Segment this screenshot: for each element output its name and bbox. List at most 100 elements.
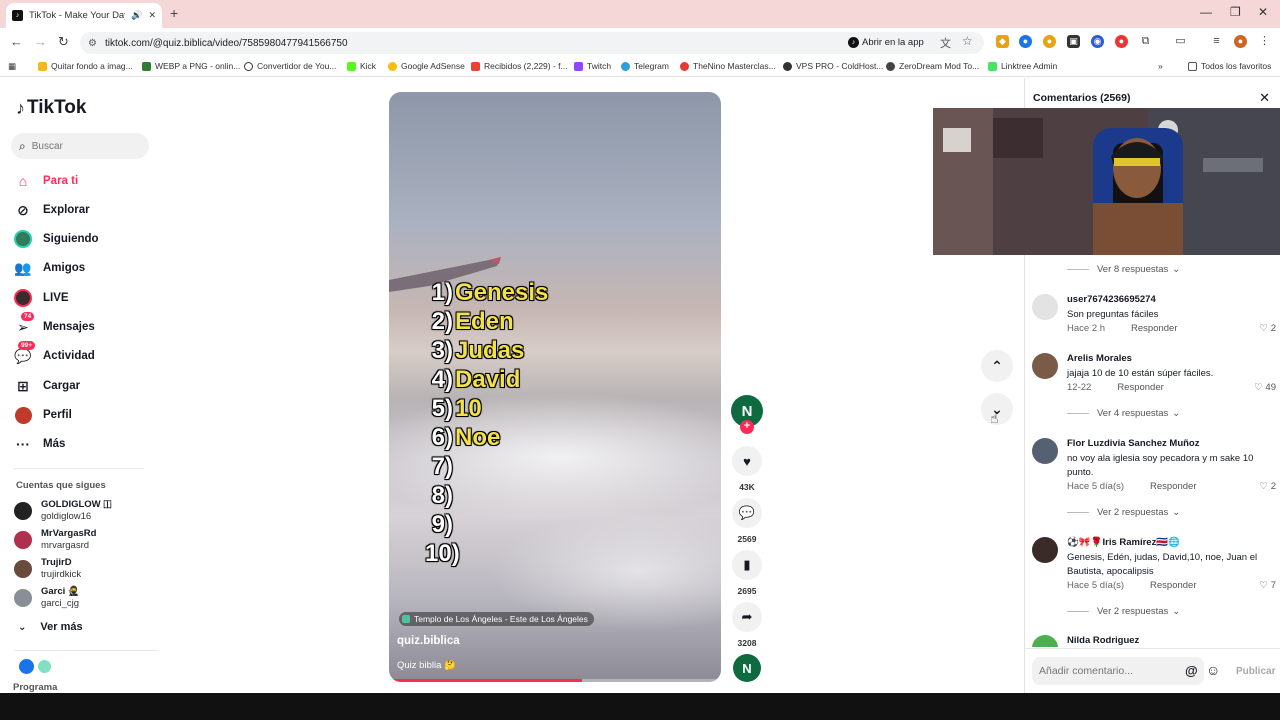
comment-input[interactable] [1039, 665, 1179, 677]
bookmark-item[interactable]: TheNino Masterclas... [680, 61, 776, 71]
comment-user[interactable]: Flor Luzdivia Sanchez Muñoz [1067, 438, 1199, 449]
bookmark-item[interactable]: Linktree Admin [988, 61, 1057, 71]
menu-kebab-icon[interactable]: ⋮ [1258, 35, 1271, 48]
nav-amigos[interactable]: 👥 Amigos [14, 258, 85, 278]
nav-cargar[interactable]: ⊞ Cargar [14, 376, 80, 396]
avatar[interactable] [1032, 438, 1058, 464]
reply-button[interactable]: Responder [1131, 323, 1177, 334]
reply-button[interactable]: Responder [1150, 481, 1196, 492]
bookmarks-overflow-icon[interactable]: » [1158, 61, 1163, 71]
avatar[interactable] [1032, 537, 1058, 563]
bookmark-item[interactable]: ZeroDream Mod To... [886, 61, 979, 71]
music-disc-avatar[interactable]: N [733, 654, 761, 682]
floating-app-icon[interactable] [19, 659, 34, 674]
profile-avatar-icon[interactable]: ● [1234, 35, 1247, 48]
location-tag[interactable]: Templo de Los Ángeles - Este de Los Ánge… [399, 612, 594, 626]
extension-icon[interactable]: ◉ [1091, 35, 1104, 48]
extension-icon[interactable]: ● [1043, 35, 1056, 48]
nav-explorar[interactable]: ⊘ Explorar [14, 200, 90, 220]
bookmark-item[interactable]: Quitar fondo a imag... [38, 61, 133, 71]
forward-icon[interactable]: → [34, 34, 47, 49]
like-action[interactable]: ♥ 43K [732, 446, 762, 492]
reply-button[interactable]: Responder [1117, 382, 1163, 393]
nav-mensajes[interactable]: ➢ 74 Mensajes [14, 312, 95, 337]
reply-button[interactable]: Responder [1150, 580, 1196, 591]
nav-para-ti[interactable]: ⌂ Para ti [14, 171, 78, 191]
comment-like[interactable]: ♡ 7 [1260, 580, 1276, 591]
comment-like[interactable]: ♡ 2 [1260, 481, 1276, 492]
comment-action[interactable]: 💬 2569 [732, 498, 762, 544]
previous-video-button[interactable]: ⌃ [981, 350, 1013, 382]
followed-account[interactable]: TrujirD trujirdkick [14, 557, 81, 581]
back-icon[interactable]: ← [10, 34, 23, 49]
heart-icon[interactable]: ♥ [732, 446, 762, 476]
open-in-app-button[interactable]: ♪ Abrir en la app [848, 34, 924, 50]
save-action[interactable]: ▮ 2695 [732, 550, 762, 596]
extension-icon[interactable]: ▣ [1067, 35, 1080, 48]
comment-user[interactable]: user7674236695274 [1067, 294, 1156, 305]
nav-siguiendo[interactable]: Siguiendo [14, 229, 99, 249]
nav-actividad[interactable]: 💬 99+ Actividad [14, 341, 95, 366]
followed-account[interactable]: GOLDIGLOW 🇮 goldiglow16 [14, 499, 112, 523]
video-author[interactable]: quiz.biblica [397, 635, 460, 647]
bookmark-item[interactable]: Google AdSense [388, 61, 465, 71]
all-bookmarks-folder[interactable]: Todos los favoritos [1188, 61, 1271, 71]
comment-input-box[interactable] [1032, 657, 1204, 685]
bookmark-item[interactable]: Telegram [621, 61, 669, 71]
extensions-puzzle-icon[interactable]: ⧉ [1139, 35, 1152, 48]
extension-icon[interactable]: ◆ [996, 35, 1009, 48]
minimize-icon[interactable]: — [1200, 5, 1212, 19]
site-info-icon[interactable]: ⚙ [88, 38, 97, 49]
avatar[interactable] [1032, 635, 1058, 647]
avatar[interactable] [1032, 294, 1058, 320]
comment-user[interactable]: Arelis Morales [1067, 353, 1132, 364]
bookmark-item[interactable]: WEBP a PNG - onlin... [142, 61, 240, 71]
view-replies-button[interactable]: Ver 4 respuestas ⌄ [1067, 408, 1180, 419]
bookmark-item[interactable]: Kick [347, 61, 376, 71]
bookmark-item[interactable]: Recibidos (2,229) - f... [471, 61, 568, 71]
followed-account[interactable]: Garci 🥷 garci_cjg [14, 586, 80, 610]
translate-icon[interactable]: 文 [940, 35, 951, 51]
bookmark-item[interactable]: Convertidor de You... [244, 61, 336, 71]
see-more-button[interactable]: ⌄ Ver más [18, 621, 83, 633]
floating-app-icon[interactable] [38, 660, 51, 673]
video-progress-bar[interactable] [389, 679, 721, 682]
emoji-icon[interactable]: ☺ [1206, 662, 1220, 678]
share-action[interactable]: ➦ 3208 [732, 602, 762, 648]
view-replies-button[interactable]: Ver 8 respuestas ⌄ [1067, 264, 1180, 275]
post-comment-button[interactable]: Publicar [1236, 666, 1275, 677]
media-controls-icon[interactable]: ≡ [1210, 35, 1223, 48]
bookmark-item[interactable]: Twitch [574, 61, 611, 71]
view-replies-button[interactable]: Ver 2 respuestas ⌄ [1067, 507, 1180, 518]
close-icon[interactable]: ✕ [1259, 90, 1270, 106]
new-tab-icon[interactable]: + [170, 5, 178, 21]
extension-icon[interactable]: ● [1019, 35, 1032, 48]
tab-audio-icon[interactable]: 🔊 [131, 10, 142, 21]
comment-like[interactable]: ♡ 2 [1260, 323, 1276, 334]
tab-close-icon[interactable]: ✕ [148, 10, 156, 21]
bookmark-item[interactable]: VPS PRO - ColdHost... [783, 61, 883, 71]
followed-account[interactable]: MrVargasRd mrvargasrd [14, 528, 96, 552]
comment-like[interactable]: ♡ 49 [1254, 382, 1276, 393]
comment-icon[interactable]: 💬 [732, 498, 762, 528]
reload-icon[interactable]: ↻ [58, 34, 69, 50]
restore-icon[interactable]: ❐ [1230, 5, 1241, 19]
extension-icon[interactable]: ● [1115, 35, 1128, 48]
search-box[interactable]: ⌕ [11, 133, 149, 159]
view-replies-button[interactable]: Ver 2 respuestas ⌄ [1067, 606, 1180, 617]
nav-perfil[interactable]: Perfil [14, 405, 72, 425]
comment-user[interactable]: Nilda Rodriguez [1067, 635, 1139, 646]
avatar[interactable] [1032, 353, 1058, 379]
tab-search-icon[interactable]: ▭ [1174, 35, 1187, 48]
video-player[interactable]: 1) Genesis 2) Eden 3) Judas 4) David 5) 10 6)… [389, 92, 721, 682]
bookmark-star-icon[interactable]: ☆ [962, 34, 973, 48]
nav-live[interactable]: LIVE [14, 288, 69, 308]
search-input[interactable] [31, 140, 132, 152]
nav-mas[interactable]: ··· Más [14, 434, 65, 454]
bookmark-icon[interactable]: ▮ [732, 550, 762, 580]
tiktok-logo[interactable]: ♪ TikTok [16, 97, 86, 119]
comment-user[interactable]: ⚽️🎀🌹Iris Ramírez🇨🇷🌐 [1067, 537, 1180, 548]
browser-tab[interactable]: ♪ TikTok - Make Your Day 🔊 ✕ [6, 3, 162, 28]
window-close-icon[interactable]: ✕ [1258, 5, 1268, 19]
share-arrow-icon[interactable]: ➦ [732, 602, 762, 632]
